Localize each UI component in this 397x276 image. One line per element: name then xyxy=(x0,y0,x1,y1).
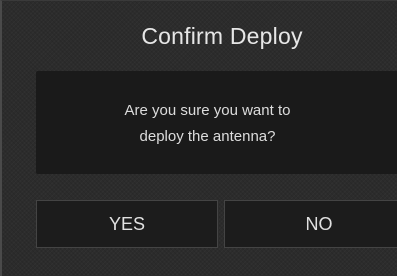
message-line-1: Are you sure you want to xyxy=(124,102,291,119)
no-button[interactable]: NO xyxy=(224,200,397,248)
message-panel: Are you sure you want to deploy the ante… xyxy=(36,71,397,174)
message-line-2: deploy the antenna? xyxy=(139,128,276,145)
yes-button[interactable]: YES xyxy=(36,200,218,248)
dialog-title: Confirm Deploy xyxy=(141,23,303,49)
confirmation-message: Are you sure you want to deploy the ante… xyxy=(36,98,397,150)
confirm-deploy-dialog: Confirm Deploy Are you sure you want to … xyxy=(0,0,397,276)
